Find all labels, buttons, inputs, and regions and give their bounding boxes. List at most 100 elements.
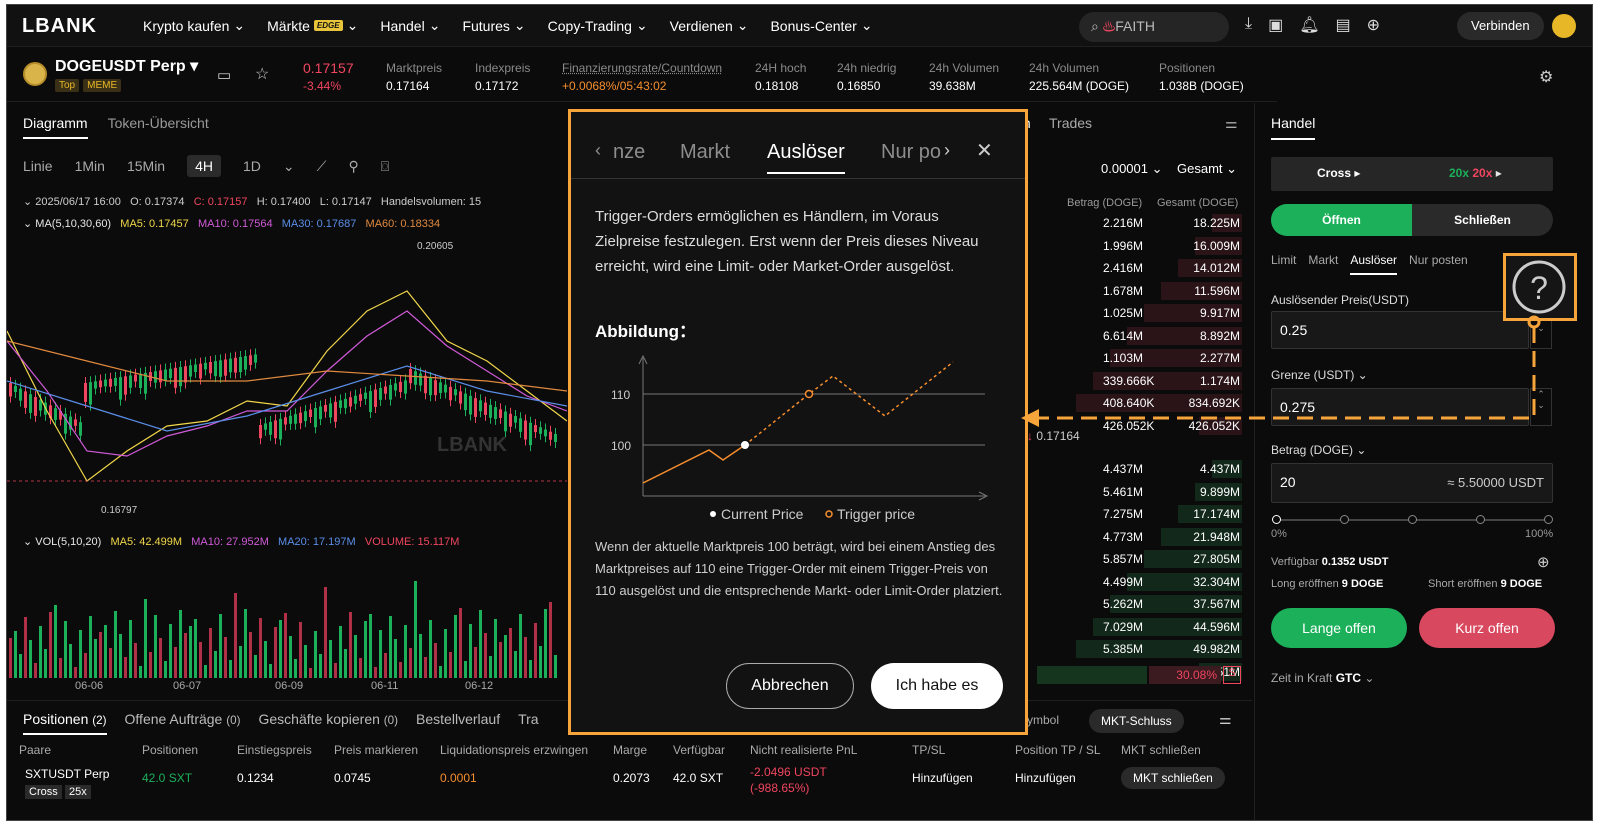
- tab-token-overview[interactable]: Token-Übersicht: [108, 115, 209, 139]
- connect-button[interactable]: Verbinden: [1457, 12, 1544, 40]
- modal-tab-markt[interactable]: Markt: [680, 141, 730, 164]
- type-markt[interactable]: Markt: [1308, 253, 1338, 275]
- sliders-icon[interactable]: ⚌: [1225, 115, 1238, 132]
- volume-bar: [349, 612, 352, 678]
- draw-icon[interactable]: ⚲: [348, 158, 358, 175]
- chart-panel: Diagramm Token-Übersicht Linie 1Min 15Mi…: [7, 103, 567, 692]
- type-limit[interactable]: Limit: [1271, 253, 1296, 275]
- bid-row[interactable]: 4.499M 32.304M: [1017, 572, 1252, 592]
- tab-bestellverlauf[interactable]: Bestellverlauf: [416, 711, 500, 735]
- nav-verdienen[interactable]: Verdienen ⌄: [670, 17, 749, 34]
- nav-krypto-kaufen[interactable]: Krypto kaufen ⌄: [143, 17, 245, 34]
- close-tab[interactable]: Schließen: [1412, 204, 1553, 236]
- tf-4h[interactable]: 4H: [187, 155, 221, 177]
- nav-maerkte[interactable]: Märkte EDGE ⌄: [267, 17, 358, 34]
- type-post-only[interactable]: Nur posten: [1409, 253, 1468, 275]
- cancel-button[interactable]: Abbrechen: [726, 663, 854, 709]
- col-paare: Paare: [19, 743, 52, 757]
- mkt-close-all-button[interactable]: MKT-Schluss: [1089, 709, 1184, 733]
- col-mark: Preis markieren: [334, 743, 419, 757]
- ask-row[interactable]: 2.416M 14.012M: [1017, 258, 1252, 278]
- total-select[interactable]: Gesamt ⌄: [1177, 161, 1237, 177]
- bid-row[interactable]: 7.275M 17.174M: [1017, 504, 1252, 524]
- close-icon[interactable]: ✕: [976, 138, 993, 163]
- globe-icon[interactable]: ⊕: [1367, 15, 1380, 35]
- open-short-button[interactable]: Kurz offen: [1419, 608, 1555, 648]
- nav-handel[interactable]: Handel ⌄: [380, 17, 440, 34]
- candlestick-chart[interactable]: 0.20605 0.16797 LBANK: [7, 231, 567, 531]
- col-positionen: Positionen: [142, 743, 199, 757]
- modal-tab-limit[interactable]: nze: [613, 141, 645, 164]
- nav-bonus-center[interactable]: Bonus-Center ⌄: [770, 17, 872, 34]
- open-long-button[interactable]: Lange offen: [1271, 608, 1407, 648]
- bell-icon[interactable]: 🔔︎: [1299, 15, 1319, 35]
- add-funds-icon[interactable]: ⊕: [1537, 553, 1550, 571]
- volume-bar: [384, 653, 387, 678]
- volume-chart: [9, 581, 557, 678]
- ohlc-readout: ⌄ 2025/06/17 16:00 O: 0.17374 C: 0.17157…: [23, 196, 482, 208]
- wallet-icon[interactable]: ▣: [1268, 15, 1283, 35]
- top-icons: ⤓ ▣ 🔔︎ ▤ ⊕: [1245, 15, 1380, 35]
- ask-row[interactable]: 1.678M 11.596M: [1017, 281, 1252, 301]
- tab-trades[interactable]: Trades: [1049, 115, 1092, 131]
- avatar[interactable]: [1552, 14, 1576, 38]
- amount-slider[interactable]: [1272, 515, 1553, 524]
- settings-icon[interactable]: ⚙: [1539, 67, 1553, 87]
- volume-bar: [554, 655, 557, 678]
- modal-tab-post-only[interactable]: Nur po: [881, 141, 941, 164]
- volume-bar: [234, 593, 237, 678]
- chevron-down-icon[interactable]: ⌄: [283, 158, 295, 175]
- time-in-force[interactable]: Zeit in Kraft GTC ⌄: [1271, 671, 1374, 685]
- tab-diagramm[interactable]: Diagramm: [23, 115, 88, 139]
- logo[interactable]: LBANK: [22, 15, 97, 38]
- bid-row[interactable]: 5.857M 27.805M: [1017, 549, 1252, 569]
- chevron-left-icon[interactable]: ‹: [595, 140, 601, 161]
- bid-row[interactable]: 4.437M 4.437M: [1017, 459, 1252, 479]
- symbol-selector[interactable]: DOGEUSDT Perp ▾: [55, 56, 198, 76]
- tab-copy-trades[interactable]: Geschäfte kopieren (0): [259, 711, 399, 735]
- download-icon[interactable]: ⤓: [1245, 15, 1252, 35]
- slider-handle[interactable]: [1272, 515, 1281, 524]
- open-tab[interactable]: Öffnen: [1271, 204, 1412, 236]
- bid-row[interactable]: 4.773M 21.948M: [1017, 527, 1252, 547]
- camera-icon[interactable]: ⌼: [381, 158, 389, 175]
- tab-offene-auftraege[interactable]: Offene Aufträge (0): [125, 711, 241, 735]
- tf-15min[interactable]: 15Min: [127, 158, 165, 174]
- volume-bar: [29, 640, 32, 678]
- star-icon[interactable]: ☆: [255, 64, 269, 84]
- tab-positionen[interactable]: Positionen (2): [23, 711, 107, 735]
- nav-copy-trading[interactable]: Copy-Trading ⌄: [548, 17, 648, 34]
- bid-row[interactable]: 5.262M 37.567M: [1017, 594, 1252, 614]
- indicator-icon[interactable]: ⟋: [317, 158, 327, 175]
- amount-label[interactable]: Betrag (DOGE) ⌄: [1271, 443, 1366, 457]
- file-icon[interactable]: ▤: [1336, 15, 1351, 35]
- tab-trades[interactable]: Tra: [518, 711, 538, 735]
- amount-input[interactable]: 20 ≈ 5.50000 USDT: [1271, 463, 1553, 503]
- bid-row[interactable]: 5.385M 49.982M: [1017, 639, 1252, 659]
- leverage-select[interactable]: 20x 20x ▸: [1449, 166, 1502, 180]
- candle: [24, 391, 27, 408]
- tf-1d[interactable]: 1D: [243, 158, 261, 174]
- bid-row[interactable]: 5.461M 9.899M: [1017, 482, 1252, 502]
- ask-row[interactable]: 1.996M 16.009M: [1017, 236, 1252, 256]
- precision-select[interactable]: 0.00001 ⌄: [1101, 161, 1163, 177]
- candle: [474, 398, 477, 417]
- candle: [304, 411, 307, 422]
- tag-meme: MEME: [83, 79, 122, 92]
- volume-bar: [64, 621, 67, 678]
- bid-row[interactable]: 7.029M 44.596M: [1017, 617, 1252, 637]
- book-icon[interactable]: ▭: [217, 66, 231, 84]
- cross-select[interactable]: Cross ▸: [1317, 166, 1360, 180]
- tf-line[interactable]: Linie: [23, 158, 53, 174]
- tf-1min[interactable]: 1Min: [75, 158, 105, 174]
- modal-tab-trigger[interactable]: Auslöser: [767, 141, 845, 174]
- chevron-right-icon[interactable]: ›: [944, 140, 950, 161]
- volume-bar: [414, 581, 417, 678]
- search-input[interactable]: ⌕ ♨FAITH: [1079, 12, 1229, 42]
- stat-low: 24h niedrig 0.16850: [837, 61, 897, 93]
- type-trigger[interactable]: Auslöser: [1350, 253, 1398, 275]
- ask-row[interactable]: 2.216M 18.225M: [1017, 213, 1252, 233]
- nav-futures[interactable]: Futures ⌄: [462, 17, 525, 34]
- sliders-icon[interactable]: ⚌: [1219, 711, 1232, 728]
- got-it-button[interactable]: Ich habe es: [871, 663, 1003, 709]
